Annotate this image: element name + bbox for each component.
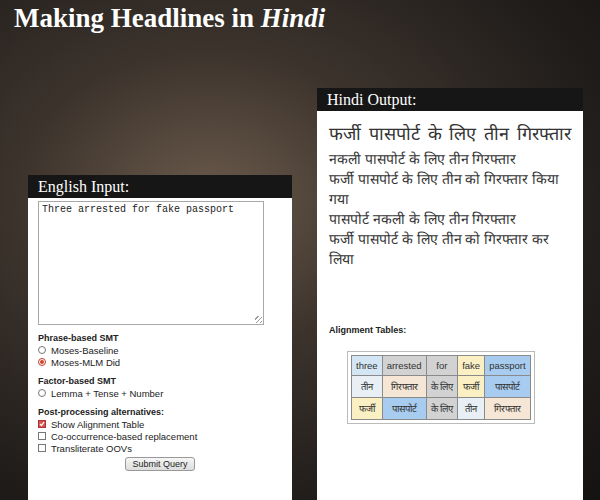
alignment-cell: three (352, 356, 383, 376)
option-label[interactable]: Co-occurrence-based replacement (51, 431, 197, 442)
cell-text: fake (462, 360, 480, 371)
cell-text: के लिए (431, 381, 454, 392)
cell-text: फर्जी (463, 381, 479, 392)
radio-button[interactable] (38, 358, 46, 366)
option-label[interactable]: Transliterate OOVs (51, 443, 132, 454)
alignment-row: फर्जी पासपोर्ट के लिए तीन गिरफ्तार (352, 398, 531, 420)
cell-text: तीन (465, 403, 477, 414)
cell-text: के लिए (431, 403, 454, 414)
cell-text: तीन (361, 381, 373, 392)
checkbox[interactable] (38, 420, 46, 428)
page-title: Making Headlines in Hindi (0, 0, 600, 37)
radio-option[interactable]: Moses-MLM Did (38, 356, 282, 368)
alignment-body: three arrested for fake passport तीन गिरफ्तार क… (352, 356, 531, 420)
group-label: Factor-based SMT (38, 376, 282, 386)
page: Making Headlines in HindiEnglish Input:T… (0, 0, 600, 500)
alignment-cell: फर्जी (458, 376, 485, 398)
cell-text: पासपोर्ट (392, 403, 417, 414)
cell-text: गिरफ्तार (391, 381, 418, 392)
translation-line: फर्जी पासपोर्ट के लिए तीन को गिरफ्तार कर… (329, 229, 571, 269)
alignment-cell: पासपोर्ट (485, 376, 530, 398)
alignment-cell: तीन (352, 376, 383, 398)
checkbox[interactable] (38, 444, 46, 452)
alignment-cell: के लिए (426, 376, 458, 398)
alignment-row: three arrested for fake passport (352, 356, 531, 376)
alignment-cell: गिरफ्तार (382, 376, 426, 398)
button-row: Submit Query (38, 457, 282, 471)
query-text[interactable]: Three arrested for fake passport (42, 204, 234, 215)
output-panel: Hindi Output:फर्जी पासपोर्ट के लिए तीन ग… (317, 88, 583, 500)
alignment-cell: arrested (382, 356, 426, 376)
option-label[interactable]: Show Alignment Table (51, 419, 144, 430)
cell-text: फर्जी (359, 403, 375, 414)
checkbox-option[interactable]: Show Alignment Table (38, 418, 282, 430)
alignment-cell: गिरफ्तार (485, 398, 530, 420)
cell-text: passport (489, 360, 525, 371)
translation-line: पासपोर्ट नकली के लिए तीन गिरफ्तार (329, 209, 571, 229)
translation-line: नकली पासपोर्ट के लिए तीन गिरफ्तार (329, 149, 571, 169)
cell-text: पासपोर्ट (495, 381, 520, 392)
translation-line: फर्जी पासपोर्ट के लिए तीन गिरफ्तार (329, 121, 571, 147)
alignment-cell: के लिए (426, 398, 458, 420)
group-label: Post-processing alternatives: (38, 407, 282, 417)
submit-button[interactable]: Submit Query (125, 457, 194, 471)
alignment-row: तीन गिरफ्तार के लिए फर्जी पासपोर्ट (352, 376, 531, 398)
alignment-table: three arrested for fake passport तीन गिरफ्तार क… (351, 355, 531, 420)
translation-line: फर्जी पासपोर्ट के लिए तीन को गिरफ्तार कि… (329, 169, 571, 209)
alignment-cell: passport (485, 356, 530, 376)
tick-icon (39, 421, 45, 427)
alignment-frame: three arrested for fake passport तीन गिरफ्तार क… (347, 351, 535, 424)
title-emphasis: Hindi (261, 3, 326, 33)
cell-text: arrested (387, 360, 422, 371)
option-label[interactable]: Lemma + Tense + Number (51, 388, 163, 399)
input-body: Three arrested for fake passport Phrase-b… (28, 198, 292, 500)
option-label[interactable]: Moses-Baseline (51, 345, 119, 356)
radio-button[interactable] (38, 346, 46, 354)
output-heading: Hindi Output: (317, 88, 583, 111)
alignment-cell: fake (458, 356, 485, 376)
title-main: Making Headlines in (14, 3, 261, 33)
radio-option[interactable]: Moses-Baseline (38, 344, 282, 356)
resize-grip-icon[interactable] (255, 316, 262, 323)
option-label[interactable]: Moses-MLM Did (51, 357, 120, 368)
input-panel: English Input:Three arrested for fake pa… (28, 175, 292, 500)
alignment-cell: फर्जी (352, 398, 383, 420)
cell-text: for (436, 360, 447, 371)
alignment-cell: for (426, 356, 458, 376)
cell-text: three (356, 360, 378, 371)
radio-option[interactable]: Lemma + Tense + Number (38, 387, 282, 399)
radio-button[interactable] (38, 389, 46, 397)
input-heading: English Input: (28, 175, 292, 198)
alignment-label: Alignment Tables: (329, 325, 571, 335)
checkbox-option[interactable]: Transliterate OOVs (38, 442, 282, 454)
output-body: फर्जी पासपोर्ट के लिए तीन गिरफ्तारनकली प… (317, 111, 583, 500)
checkbox-option[interactable]: Co-occurrence-based replacement (38, 430, 282, 442)
query-textarea[interactable]: Three arrested for fake passport (38, 201, 264, 325)
group-label: Phrase-based SMT (38, 333, 282, 343)
alignment-cell: तीन (458, 398, 485, 420)
main-area: English Input:Three arrested for fake pa… (0, 37, 600, 500)
cell-text: गिरफ्तार (494, 403, 521, 414)
alignment-cell: पासपोर्ट (382, 398, 426, 420)
checkbox[interactable] (38, 432, 46, 440)
